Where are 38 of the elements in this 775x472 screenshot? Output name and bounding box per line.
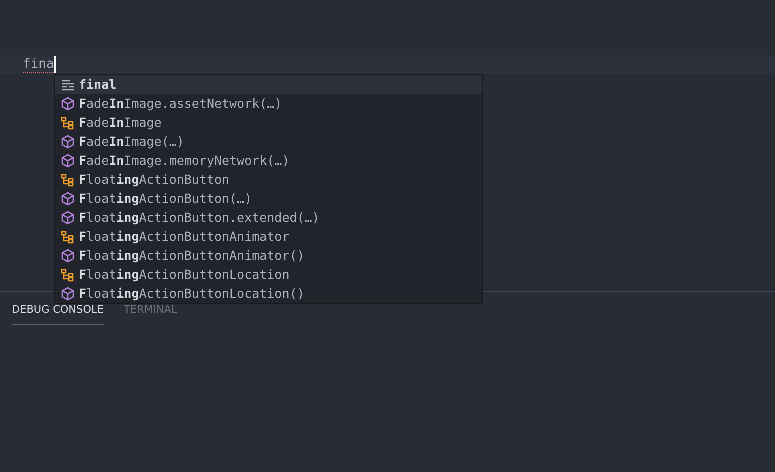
suggestion-item[interactable]: FloatingActionButtonAnimator() (55, 246, 482, 265)
suggestion-item[interactable]: FloatingActionButtonAnimator (55, 227, 482, 246)
suggestion-item[interactable]: FloatingActionButton (55, 170, 482, 189)
suggestion-label: FloatingActionButtonLocation (79, 267, 290, 282)
suggestion-item[interactable]: FloatingActionButtonLocation() (55, 284, 482, 303)
panel-tab[interactable]: DEBUG CONSOLE (12, 304, 104, 325)
cube-icon (61, 154, 75, 168)
suggestion-label: FloatingActionButtonAnimator() (79, 248, 305, 263)
suggestion-label: FadeInImage.memoryNetwork(…) (79, 153, 290, 168)
suggestion-item[interactable]: FloatingActionButtonLocation (55, 265, 482, 284)
suggestion-label: FloatingActionButtonAnimator (79, 229, 290, 244)
suggestion-label: FloatingActionButton (79, 172, 230, 187)
class-icon (61, 230, 75, 244)
cube-icon (61, 286, 75, 300)
suggestion-item[interactable]: FloatingActionButton(…) (55, 189, 482, 208)
suggestion-label: FloatingActionButtonLocation() (79, 286, 305, 301)
suggestion-item[interactable]: FadeInImage(…) (55, 132, 482, 151)
class-icon (61, 172, 75, 186)
keyword-icon (61, 78, 75, 90)
class-icon (61, 268, 75, 282)
cube-icon (61, 134, 75, 148)
cube-icon (61, 192, 75, 206)
suggestion-label: FadeInImage (79, 115, 162, 130)
suggestion-item[interactable]: FadeInImage.assetNetwork(…) (55, 94, 482, 113)
suggestion-item[interactable]: FloatingActionButton.extended(…) (55, 208, 482, 227)
suggestion-label: final (79, 77, 117, 92)
cube-icon (61, 248, 75, 262)
suggestion-label: FloatingActionButton(…) (79, 191, 252, 206)
suggestion-label: FloatingActionButton.extended(…) (79, 210, 320, 225)
text-cursor (54, 56, 56, 73)
suggestion-label: FadeInImage(…) (79, 134, 184, 149)
suggestion-item[interactable]: FadeInImage (55, 113, 482, 132)
suggestion-item[interactable]: final (55, 75, 482, 94)
class-icon (61, 116, 75, 130)
cube-icon (61, 96, 75, 110)
cube-icon (61, 210, 75, 224)
suggestion-label: FadeInImage.assetNetwork(…) (79, 96, 282, 111)
suggestion-item[interactable]: FadeInImage.memoryNetwork(…) (55, 151, 482, 170)
